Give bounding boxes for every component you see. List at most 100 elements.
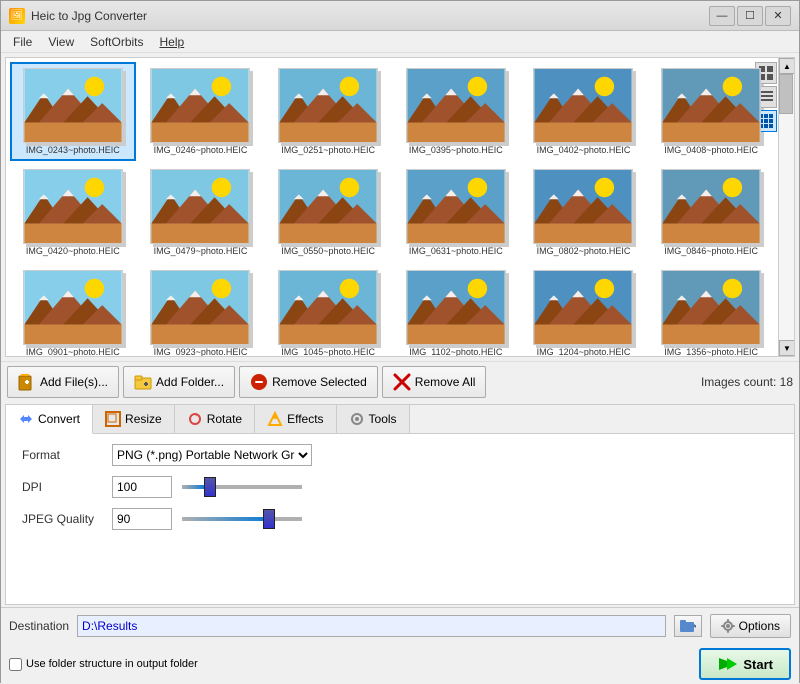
thumbnail-image xyxy=(24,69,122,142)
toolbar: Add File(s)... Add Folder... Remove Sele… xyxy=(1,361,799,402)
remove-all-icon xyxy=(393,373,411,391)
menu-bar: File View SoftOrbits Help xyxy=(1,31,799,53)
destination-label: Destination xyxy=(9,619,69,633)
dpi-slider[interactable] xyxy=(182,485,302,489)
start-icon xyxy=(717,656,737,672)
image-label: IMG_0802~photo.HEIC xyxy=(537,246,631,256)
image-label: IMG_0631~photo.HEIC xyxy=(409,246,503,256)
image-item[interactable]: IMG_0923~photo.HEIC xyxy=(138,264,264,356)
image-label: IMG_0395~photo.HEIC xyxy=(409,145,503,155)
jpeg-quality-input[interactable] xyxy=(112,508,172,530)
image-item[interactable]: IMG_0479~photo.HEIC xyxy=(138,163,264,262)
add-folder-label: Add Folder... xyxy=(156,375,224,389)
image-item[interactable]: IMG_0408~photo.HEIC xyxy=(648,62,774,161)
image-item[interactable]: IMG_0251~photo.HEIC xyxy=(265,62,391,161)
image-label: IMG_1204~photo.HEIC xyxy=(537,347,631,356)
tab-tools[interactable]: Tools xyxy=(337,405,410,433)
window-controls: — ☐ ✕ xyxy=(709,6,791,26)
jpeg-quality-row: JPEG Quality xyxy=(22,508,778,530)
add-folder-button[interactable]: Add Folder... xyxy=(123,366,235,398)
tab-effects[interactable]: Effects xyxy=(255,405,336,433)
browse-folder-icon xyxy=(680,619,696,633)
minimize-button[interactable]: — xyxy=(709,6,735,26)
scrollbar-thumb[interactable] xyxy=(779,74,793,114)
image-item[interactable]: IMG_0246~photo.HEIC xyxy=(138,62,264,161)
grid-scrollbar[interactable]: ▲ ▼ xyxy=(778,58,794,356)
image-item[interactable]: IMG_1356~photo.HEIC xyxy=(648,264,774,356)
images-count: Images count: 18 xyxy=(701,375,793,389)
thumbnail-image xyxy=(24,170,122,243)
thumbnail-image xyxy=(534,170,632,243)
tab-resize[interactable]: Resize xyxy=(93,405,175,433)
add-files-icon xyxy=(18,373,36,391)
image-label: IMG_0550~photo.HEIC xyxy=(281,246,375,256)
tab-header: Convert Resize Rotate xyxy=(6,405,794,434)
main-content: IMG_0243~photo.HEIC xyxy=(1,53,799,684)
dpi-label: DPI xyxy=(22,480,102,494)
image-item[interactable]: IMG_0802~photo.HEIC xyxy=(521,163,647,262)
image-label: IMG_1045~photo.HEIC xyxy=(281,347,375,356)
image-label: IMG_0923~photo.HEIC xyxy=(154,347,248,356)
destination-bar: Destination Options xyxy=(1,607,799,644)
destination-browse-button[interactable] xyxy=(674,615,702,637)
scrollbar-up[interactable]: ▲ xyxy=(779,58,795,74)
menu-file[interactable]: File xyxy=(5,33,40,51)
image-item[interactable]: IMG_0395~photo.HEIC xyxy=(393,62,519,161)
menu-help[interactable]: Help xyxy=(152,33,193,51)
image-label: IMG_0251~photo.HEIC xyxy=(281,145,375,155)
menu-softorbits[interactable]: SoftOrbits xyxy=(82,33,151,51)
image-item[interactable]: IMG_0420~photo.HEIC xyxy=(10,163,136,262)
bottom-bar: Use folder structure in output folder St… xyxy=(1,644,799,684)
image-item[interactable]: IMG_0402~photo.HEIC xyxy=(521,62,647,161)
rotate-icon xyxy=(187,411,203,427)
image-grid-container: IMG_0243~photo.HEIC xyxy=(5,57,795,357)
jpeg-quality-label: JPEG Quality xyxy=(22,512,102,526)
image-item[interactable]: IMG_0550~photo.HEIC xyxy=(265,163,391,262)
options-label: Options xyxy=(739,619,780,633)
image-item[interactable]: IMG_1204~photo.HEIC xyxy=(521,264,647,356)
scrollbar-track[interactable] xyxy=(779,74,794,340)
folder-structure-checkbox-row[interactable]: Use folder structure in output folder xyxy=(9,658,198,671)
thumbnail-image xyxy=(662,69,760,142)
thumbnail-image xyxy=(407,69,505,142)
tab-convert[interactable]: Convert xyxy=(6,405,93,434)
image-item[interactable]: IMG_0631~photo.HEIC xyxy=(393,163,519,262)
tab-effects-label: Effects xyxy=(287,412,323,426)
image-item[interactable]: IMG_0901~photo.HEIC xyxy=(10,264,136,356)
dpi-input[interactable] xyxy=(112,476,172,498)
folder-structure-checkbox[interactable] xyxy=(9,658,22,671)
add-files-button[interactable]: Add File(s)... xyxy=(7,366,119,398)
gear-icon xyxy=(721,619,735,633)
image-item[interactable]: IMG_0846~photo.HEIC xyxy=(648,163,774,262)
destination-input[interactable] xyxy=(77,615,666,637)
tab-rotate[interactable]: Rotate xyxy=(175,405,255,433)
format-select[interactable]: PNG (*.png) Portable Network Graphics xyxy=(112,444,312,466)
dpi-row: DPI xyxy=(22,476,778,498)
image-label: IMG_0420~photo.HEIC xyxy=(26,246,120,256)
thumbnail-image xyxy=(24,271,122,344)
maximize-button[interactable]: ☐ xyxy=(737,6,763,26)
remove-all-button[interactable]: Remove All xyxy=(382,366,487,398)
image-label: IMG_0408~photo.HEIC xyxy=(664,145,758,155)
image-label: IMG_0479~photo.HEIC xyxy=(154,246,248,256)
add-files-label: Add File(s)... xyxy=(40,375,108,389)
thumbnail-image xyxy=(662,170,760,243)
image-item[interactable]: IMG_1102~photo.HEIC xyxy=(393,264,519,356)
options-button[interactable]: Options xyxy=(710,614,791,638)
image-item[interactable]: IMG_0243~photo.HEIC xyxy=(10,62,136,161)
quality-slider[interactable] xyxy=(182,517,302,521)
thumbnail-image xyxy=(534,271,632,344)
thumbnail-image xyxy=(279,170,377,243)
start-button[interactable]: Start xyxy=(699,648,791,680)
menu-view[interactable]: View xyxy=(40,33,82,51)
image-label: IMG_0246~photo.HEIC xyxy=(154,145,248,155)
app-icon: 🖼 xyxy=(9,8,25,24)
close-button[interactable]: ✕ xyxy=(765,6,791,26)
scrollbar-down[interactable]: ▼ xyxy=(779,340,795,356)
thumbnail-image xyxy=(407,170,505,243)
thumbnail-image xyxy=(279,69,377,142)
image-item[interactable]: IMG_1045~photo.HEIC xyxy=(265,264,391,356)
remove-selected-button[interactable]: Remove Selected xyxy=(239,366,378,398)
title-bar: 🖼 Heic to Jpg Converter — ☐ ✕ xyxy=(1,1,799,31)
tab-tools-label: Tools xyxy=(369,412,397,426)
